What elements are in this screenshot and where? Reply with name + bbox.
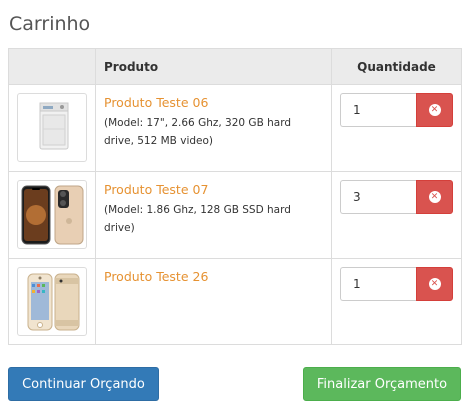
product-link[interactable]: Produto Teste 06 [104, 95, 323, 110]
product-cell: Produto Teste 07 (Model: 1.86 Ghz, 128 G… [95, 171, 332, 259]
quantity-group: ✕ [340, 93, 453, 127]
quantity-column-header: Quantidade [331, 48, 462, 85]
product-column-header: Produto [95, 48, 332, 85]
remove-circle-icon: ✕ [428, 278, 441, 290]
table-header-row: Produto Quantidade [8, 48, 462, 85]
table-row: Produto Teste 06 (Model: 17", 2.66 Ghz, … [8, 84, 462, 172]
remove-circle-icon: ✕ [428, 191, 441, 203]
quantity-input[interactable] [340, 267, 416, 301]
quantity-input[interactable] [340, 93, 416, 127]
quantity-group: ✕ [340, 180, 453, 214]
product-cell: Produto Teste 26 [95, 258, 332, 345]
finish-quote-button[interactable]: Finalizar Orçamento [303, 367, 461, 401]
remove-circle-icon: ✕ [428, 104, 441, 116]
table-row: Produto Teste 26 ✕ [8, 258, 462, 345]
smartphone-icon [27, 273, 80, 331]
product-link[interactable]: Produto Teste 26 [104, 269, 323, 284]
image-cell [8, 258, 96, 345]
quantity-input[interactable] [340, 180, 416, 214]
cart-table: Produto Quantidade Produto Teste 06 (Mod… [8, 48, 462, 345]
image-cell [8, 171, 96, 259]
product-thumbnail[interactable] [17, 93, 87, 162]
product-description: (Model: 17", 2.66 Ghz, 320 GB hard drive… [104, 117, 292, 147]
smartphone-icon [21, 185, 84, 245]
image-cell [8, 84, 96, 172]
remove-button[interactable]: ✕ [416, 93, 453, 127]
product-description: (Model: 1.86 Ghz, 128 GB SSD hard drive) [104, 204, 291, 234]
washing-machine-icon [39, 102, 69, 150]
remove-button[interactable]: ✕ [416, 180, 453, 214]
continue-quoting-button[interactable]: Continuar Orçando [8, 367, 159, 401]
table-row: Produto Teste 07 (Model: 1.86 Ghz, 128 G… [8, 171, 462, 259]
page-title: Carrinho [9, 13, 91, 35]
quantity-cell: ✕ [331, 258, 462, 345]
product-thumbnail[interactable] [17, 267, 87, 336]
remove-button[interactable]: ✕ [416, 267, 453, 301]
quantity-cell: ✕ [331, 171, 462, 259]
image-column-header [8, 48, 96, 85]
product-link[interactable]: Produto Teste 07 [104, 182, 323, 197]
product-cell: Produto Teste 06 (Model: 17", 2.66 Ghz, … [95, 84, 332, 172]
product-thumbnail[interactable] [17, 180, 87, 249]
quantity-group: ✕ [340, 267, 453, 301]
quantity-cell: ✕ [331, 84, 462, 172]
